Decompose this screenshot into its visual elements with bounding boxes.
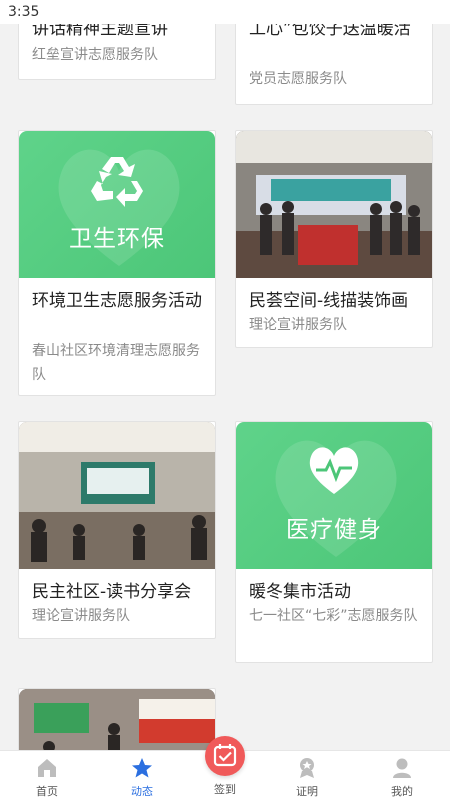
activity-thumbnail: 卫生环保 bbox=[19, 131, 215, 278]
tab-label: 证明 bbox=[296, 785, 318, 798]
activity-org: 红垒宣讲志愿服务队 bbox=[32, 47, 158, 63]
signin-button[interactable] bbox=[205, 736, 245, 776]
activity-title: 暖冬集市活动 bbox=[249, 582, 351, 602]
activity-card[interactable] bbox=[235, 688, 433, 750]
activity-card[interactable]: 民主社区-读书分享会 理论宣讲服务队 bbox=[18, 421, 216, 639]
heart-pulse-icon bbox=[236, 442, 432, 502]
tab-proof[interactable]: 证明 bbox=[272, 751, 342, 801]
calendar-check-icon bbox=[213, 744, 237, 767]
activity-feed[interactable]: 讲话精神主题宣讲 红垒宣讲志愿服务队 工心”包饺子送温暖活 党员志愿服务队 卫生… bbox=[0, 0, 450, 750]
activity-org: 理论宣讲服务队 bbox=[32, 608, 130, 624]
activity-card[interactable]: 民荟空间-线描装饰画 理论宣讲服务队 bbox=[235, 130, 433, 348]
activity-thumbnail: 医疗健身 bbox=[236, 422, 432, 569]
activity-photo bbox=[19, 422, 215, 569]
activity-org: 理论宣讲服务队 bbox=[249, 317, 347, 333]
status-bar: 3:35 bbox=[0, 0, 450, 24]
tab-feed[interactable]: 动态 bbox=[107, 751, 177, 801]
recycle-icon bbox=[19, 151, 215, 211]
activity-title: 环境卫生志愿服务活动 bbox=[32, 291, 202, 311]
activity-card[interactable]: 医疗健身 暖冬集市活动 七一社区“七彩”志愿服务队 bbox=[235, 421, 433, 663]
activity-title: 民荟空间-线描装饰画 bbox=[249, 291, 409, 311]
status-time: 3:35 bbox=[8, 4, 40, 20]
activity-org: 党员志愿服务队 bbox=[249, 71, 347, 87]
tab-mine[interactable]: 我的 bbox=[367, 751, 437, 801]
activity-card[interactable] bbox=[18, 688, 216, 750]
activity-title: 民主社区-读书分享会 bbox=[32, 582, 192, 602]
tab-home[interactable]: 首页 bbox=[12, 751, 82, 801]
activity-card[interactable]: 卫生环保 环境卫生志愿服务活动 春山社区环境清理志愿服务队 bbox=[18, 130, 216, 396]
tab-label: 我的 bbox=[391, 785, 413, 798]
award-icon bbox=[272, 757, 342, 783]
user-icon bbox=[367, 757, 437, 783]
tab-label: 首页 bbox=[36, 785, 58, 798]
home-icon bbox=[12, 757, 82, 783]
activity-photo bbox=[236, 131, 432, 278]
activity-org: 春山社区环境清理志愿服务队 bbox=[32, 343, 200, 383]
tab-label-signin: 签到 bbox=[214, 783, 236, 796]
star-icon bbox=[107, 757, 177, 783]
tile-caption: 医疗健身 bbox=[286, 517, 382, 543]
activity-org: 七一社区“七彩”志愿服务队 bbox=[249, 608, 418, 624]
tile-caption: 卫生环保 bbox=[69, 226, 165, 252]
tab-label: 动态 bbox=[131, 785, 153, 798]
activity-photo bbox=[19, 689, 215, 750]
